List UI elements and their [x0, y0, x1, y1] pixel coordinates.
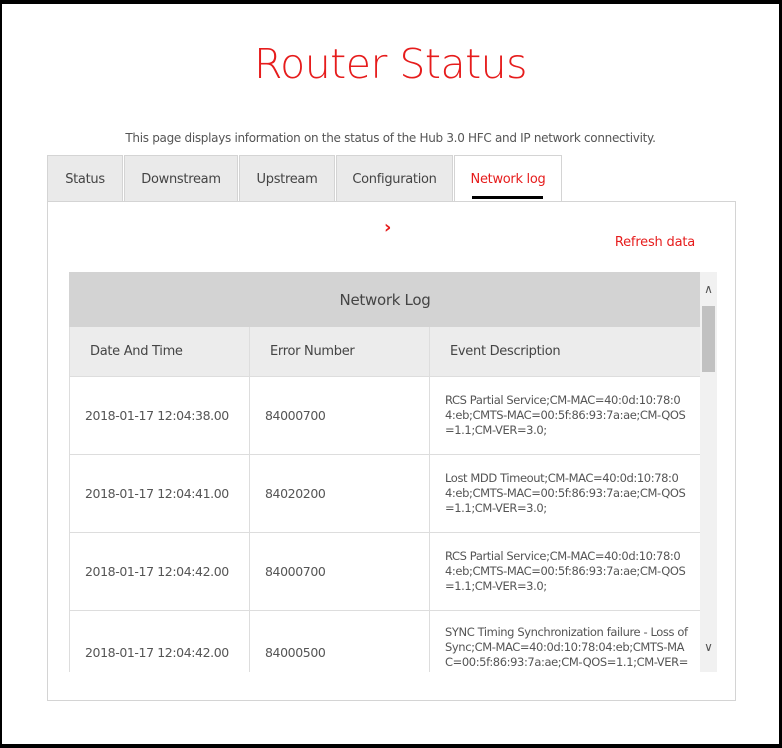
row-description: Lost MDD Timeout;CM-MAC=40:0d:10:78:04:e… [429, 454, 701, 533]
table-row: 2018-01-17 12:04:38.00 84000700 RCS Part… [69, 376, 701, 455]
tab-downstream[interactable]: Downstream [124, 155, 238, 202]
tab-label: Downstream [141, 171, 221, 187]
tab-network-log[interactable]: Network log [454, 155, 562, 203]
row-error-number: 84000500 [249, 610, 430, 672]
page-title: Router Status [253, 40, 528, 88]
table-row: 2018-01-17 12:04:42.00 84000700 RCS Part… [69, 532, 701, 611]
row-description: RCS Partial Service;CM-MAC=40:0d:10:78:0… [429, 532, 701, 611]
router-status-page: Router Status This page displays informa… [2, 4, 779, 744]
tab-bar: Status Downstream Upstream Configuration… [47, 155, 563, 203]
network-log-table: Network Log Date And Time Error Number E… [69, 272, 701, 672]
network-log-table-container: Network Log Date And Time Error Number E… [69, 272, 717, 672]
table-row: 2018-01-17 12:04:42.00 84000500 SYNC Tim… [69, 610, 701, 672]
tab-status[interactable]: Status [47, 155, 123, 202]
row-date: 2018-01-17 12:04:42.00 [69, 532, 250, 611]
network-log-panel: › Refresh data Network Log Date And Time… [47, 201, 736, 701]
tab-configuration[interactable]: Configuration [336, 155, 453, 202]
refresh-data-link[interactable]: Refresh data [615, 235, 695, 250]
row-date: 2018-01-17 12:04:38.00 [69, 376, 250, 455]
active-tab-underline [472, 196, 543, 199]
row-error-number: 84020200 [249, 454, 430, 533]
scroll-up-icon[interactable]: ∧ [700, 282, 717, 299]
row-error-number: 84000700 [249, 376, 430, 455]
row-error-number: 84000700 [249, 532, 430, 611]
table-row: 2018-01-17 12:04:41.00 84020200 Lost MDD… [69, 454, 701, 533]
column-header-error: Error Number [249, 326, 430, 377]
row-description: SYNC Timing Synchronization failure - Lo… [429, 610, 701, 672]
row-description: RCS Partial Service;CM-MAC=40:0d:10:78:0… [429, 376, 701, 455]
scroll-down-icon[interactable]: ∨ [700, 640, 717, 657]
tab-label: Configuration [352, 171, 437, 187]
table-caption: Network Log [69, 272, 701, 327]
table-scrollbar[interactable]: ∧ ∨ [700, 272, 717, 672]
tab-label: Status [65, 171, 105, 187]
row-date: 2018-01-17 12:04:41.00 [69, 454, 250, 533]
scroll-thumb[interactable] [702, 306, 715, 372]
column-header-date: Date And Time [69, 326, 250, 377]
column-header-description: Event Description [429, 326, 701, 377]
page-description: This page displays information on the st… [125, 131, 656, 145]
tab-label: Network log [470, 172, 546, 187]
row-date: 2018-01-17 12:04:42.00 [69, 610, 250, 672]
tab-label: Upstream [256, 171, 318, 187]
chevron-right-icon[interactable]: › [384, 217, 391, 238]
tab-upstream[interactable]: Upstream [239, 155, 335, 202]
